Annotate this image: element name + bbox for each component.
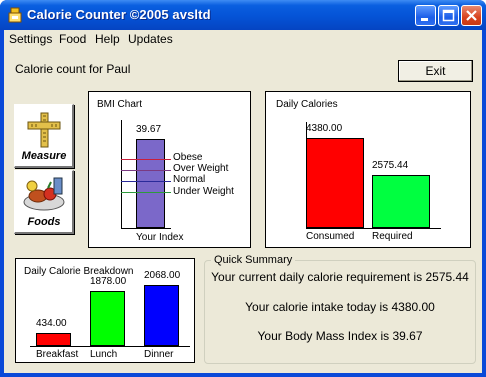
bmi-band-overweight: Over Weight [173,163,229,174]
bmi-bar [136,139,165,228]
bmi-band-line-obese [121,159,171,160]
summary-intake: Your calorie intake today is 4380.00 [245,300,435,314]
summary-bmi: Your Body Mass Index is 39.67 [257,329,423,343]
minimize-button[interactable] [415,5,436,26]
daily-value-consumed: 4380.00 [306,123,343,134]
daily-value-required: 2575.44 [372,160,409,171]
maximize-button[interactable] [438,5,459,26]
menu-updates[interactable]: Updates [128,32,173,46]
tape-measure-icon [27,112,61,148]
bmi-chart-panel: BMI Chart 39.67 Obese Over Weight Normal… [88,91,251,248]
bmi-chart-title: BMI Chart [97,99,143,110]
title-bar[interactable]: Calorie Counter ©2005 avsltd [0,0,486,30]
breakdown-value-dinner: 2068.00 [144,270,181,281]
exit-button[interactable]: Exit [398,60,473,82]
breakdown-value-breakfast: 434.00 [36,318,67,329]
bmi-band-line-overweight [121,170,171,171]
maximize-icon [442,9,455,22]
bmi-band-normal: Normal [173,174,206,185]
daily-calories-panel: Daily Calories 4380.00 Consumed 2575.44 Req… [265,91,471,248]
window-title: Calorie Counter ©2005 avsltd [27,7,211,22]
summary-requirement: Your current daily calorie requirement i… [211,270,469,284]
measure-button[interactable]: Measure [14,104,74,168]
daily-x-axis [306,228,441,229]
measure-label: Measure [21,150,67,162]
bmi-x-label: Your Index [136,232,184,243]
quick-summary-title: Quick Summary [214,254,293,266]
close-icon [466,10,477,21]
breakdown-category-breakfast: Breakfast [36,349,79,360]
bmi-band-underweight: Under Weight [173,186,234,197]
breakdown-panel: Daily Calorie Breakdown 434.00 Breakfast 1… [15,258,195,363]
bmi-band-line-underweight [121,192,171,193]
breakdown-value-lunch: 1878.00 [90,276,127,287]
breakdown-bar-lunch [90,291,125,346]
breakdown-category-dinner: Dinner [144,349,174,360]
client-area: Settings Food Help Updates Calorie count… [4,30,482,373]
user-label: Calorie count for Paul [15,62,131,76]
bmi-value-label: 39.67 [136,124,162,135]
daily-category-consumed: Consumed [306,231,355,242]
bmi-band-line-normal [121,181,171,182]
breakdown-bar-breakfast [36,333,71,346]
breakdown-category-lunch: Lunch [90,349,118,360]
menu-food[interactable]: Food [59,32,86,46]
food-plate-icon [23,177,65,211]
breakdown-x-axis [30,346,190,347]
bmi-band-obese: Obese [173,152,203,163]
close-button[interactable] [461,5,482,26]
daily-bar-consumed [306,138,364,228]
app-icon [8,7,22,23]
bmi-x-axis [121,228,171,229]
minimize-icon [421,18,428,21]
foods-button[interactable]: Foods [14,170,74,234]
daily-calories-title: Daily Calories [276,99,338,110]
daily-category-required: Required [372,231,413,242]
breakdown-bar-dinner [144,285,179,346]
menu-help[interactable]: Help [95,32,120,46]
daily-bar-required [372,175,430,228]
menu-settings[interactable]: Settings [9,32,52,46]
foods-label: Foods [27,216,61,228]
bmi-y-axis [121,120,122,228]
app-window: Calorie Counter ©2005 avsltd Settings Fo… [0,0,486,377]
menu-bar: Settings Food Help Updates [4,30,482,48]
